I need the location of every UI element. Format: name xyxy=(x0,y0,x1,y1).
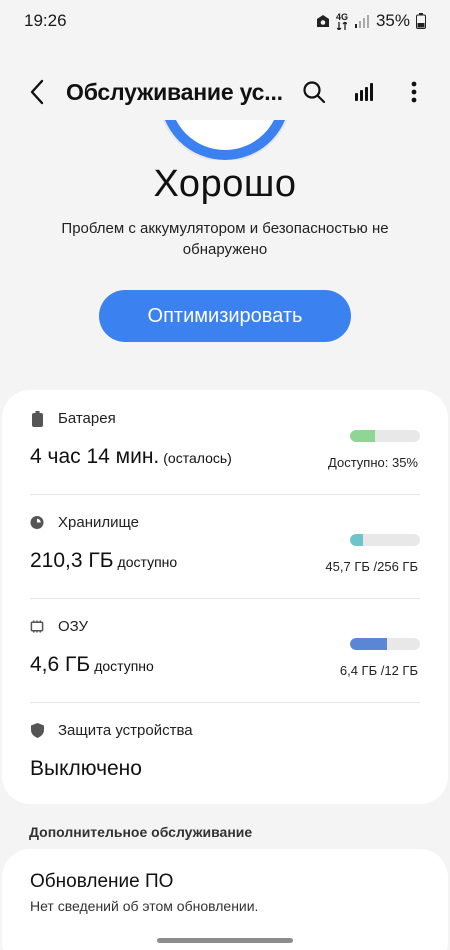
shield-icon xyxy=(30,723,44,739)
status-title: Хорошо xyxy=(153,163,297,205)
ram-suffix: доступно xyxy=(94,658,154,674)
storage-detail: 45,7 ГБ /256 ГБ xyxy=(325,559,418,574)
status-bar: 19:26 4G 35% xyxy=(0,0,450,42)
more-vertical-icon xyxy=(411,81,417,103)
ram-row[interactable]: ОЗУ 4,6 ГБ доступно 6,4 ГБ /12 ГБ xyxy=(2,598,448,702)
ram-bar xyxy=(350,638,420,650)
network-type-icon: 4G xyxy=(336,12,348,30)
optimize-button[interactable]: Оптимизировать xyxy=(99,290,351,342)
additional-care-header: Дополнительное обслуживание xyxy=(29,824,253,840)
software-update-title: Обновление ПО xyxy=(30,871,174,892)
battery-label: Батарея xyxy=(58,410,116,427)
gesture-navigation-handle[interactable] xyxy=(157,938,293,943)
status-icons: 4G 35% xyxy=(316,11,426,31)
statistics-button[interactable] xyxy=(344,72,384,112)
battery-detail: Доступно: 35% xyxy=(328,455,418,470)
search-button[interactable] xyxy=(294,72,334,112)
ram-label: ОЗУ xyxy=(58,618,89,635)
storage-row[interactable]: Хранилище 210,3 ГБ доступно 45,7 ГБ /256 … xyxy=(2,494,448,598)
clock: 19:26 xyxy=(24,11,67,30)
battery-row[interactable]: Батарея 4 час 14 мин. (осталось) Доступно… xyxy=(2,390,448,494)
battery-percent: 35% xyxy=(375,11,410,30)
signal-icon xyxy=(354,14,370,28)
memory-chip-icon xyxy=(30,619,44,635)
ram-detail: 6,4 ГБ /12 ГБ xyxy=(339,663,418,678)
battery-time-remaining: 4 час 14 мин. xyxy=(30,445,160,468)
storage-available: 210,3 ГБ xyxy=(30,549,114,572)
back-button[interactable] xyxy=(20,72,54,112)
storage-pie-icon xyxy=(30,515,44,531)
software-update-card[interactable]: Обновление ПО Нет сведений об этом обнов… xyxy=(2,849,448,950)
toolbar: Обслуживание ус... xyxy=(0,62,450,122)
protection-row[interactable]: Защита устройства Выключено xyxy=(2,702,448,806)
summary-card: Батарея 4 час 14 мин. (осталось) Доступно… xyxy=(2,390,448,804)
page-title: Обслуживание ус... xyxy=(66,78,283,105)
protection-status: Выключено xyxy=(30,757,142,780)
more-options-button[interactable] xyxy=(394,72,434,112)
battery-icon xyxy=(30,410,44,427)
status-gauge xyxy=(0,120,450,160)
bar-chart-icon xyxy=(355,83,373,101)
storage-suffix: доступно xyxy=(117,554,178,570)
status-description: Проблем с аккумулятором и безопасностью … xyxy=(61,220,389,258)
battery-bar-fill xyxy=(350,430,375,442)
back-arrow-icon xyxy=(30,79,44,105)
ram-bar-fill xyxy=(350,638,388,650)
device-care-icon xyxy=(316,14,330,28)
storage-label: Хранилище xyxy=(58,514,139,531)
software-update-subtitle: Нет сведений об этом обновлении. xyxy=(30,898,259,914)
storage-bar-fill xyxy=(350,534,363,546)
storage-bar xyxy=(350,534,420,546)
battery-bar xyxy=(350,430,420,442)
battery-icon xyxy=(416,13,426,29)
battery-suffix: (осталось) xyxy=(163,450,232,466)
protection-label: Защита устройства xyxy=(58,722,193,739)
search-icon xyxy=(303,81,326,104)
ram-available: 4,6 ГБ xyxy=(30,653,91,676)
